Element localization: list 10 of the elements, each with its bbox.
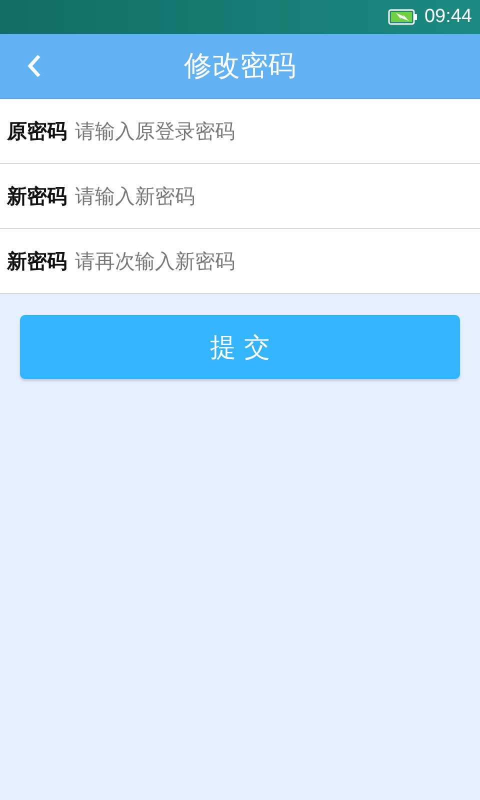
chevron-left-icon [26,53,42,79]
field-label: 新密码 [7,182,67,210]
password-field[interactable]: 请输入原登录密码 [75,119,480,143]
submit-button[interactable]: 提 交 [20,315,460,379]
field-label: 新密码 [7,248,67,274]
password-field[interactable]: 请再次输入新密码 [75,249,480,273]
password-field[interactable]: 请输入新密码 [75,184,480,208]
page-title: 修改密码 [184,48,296,84]
status-time: 09:44 [424,6,472,28]
field-label: 原密码 [7,118,67,144]
